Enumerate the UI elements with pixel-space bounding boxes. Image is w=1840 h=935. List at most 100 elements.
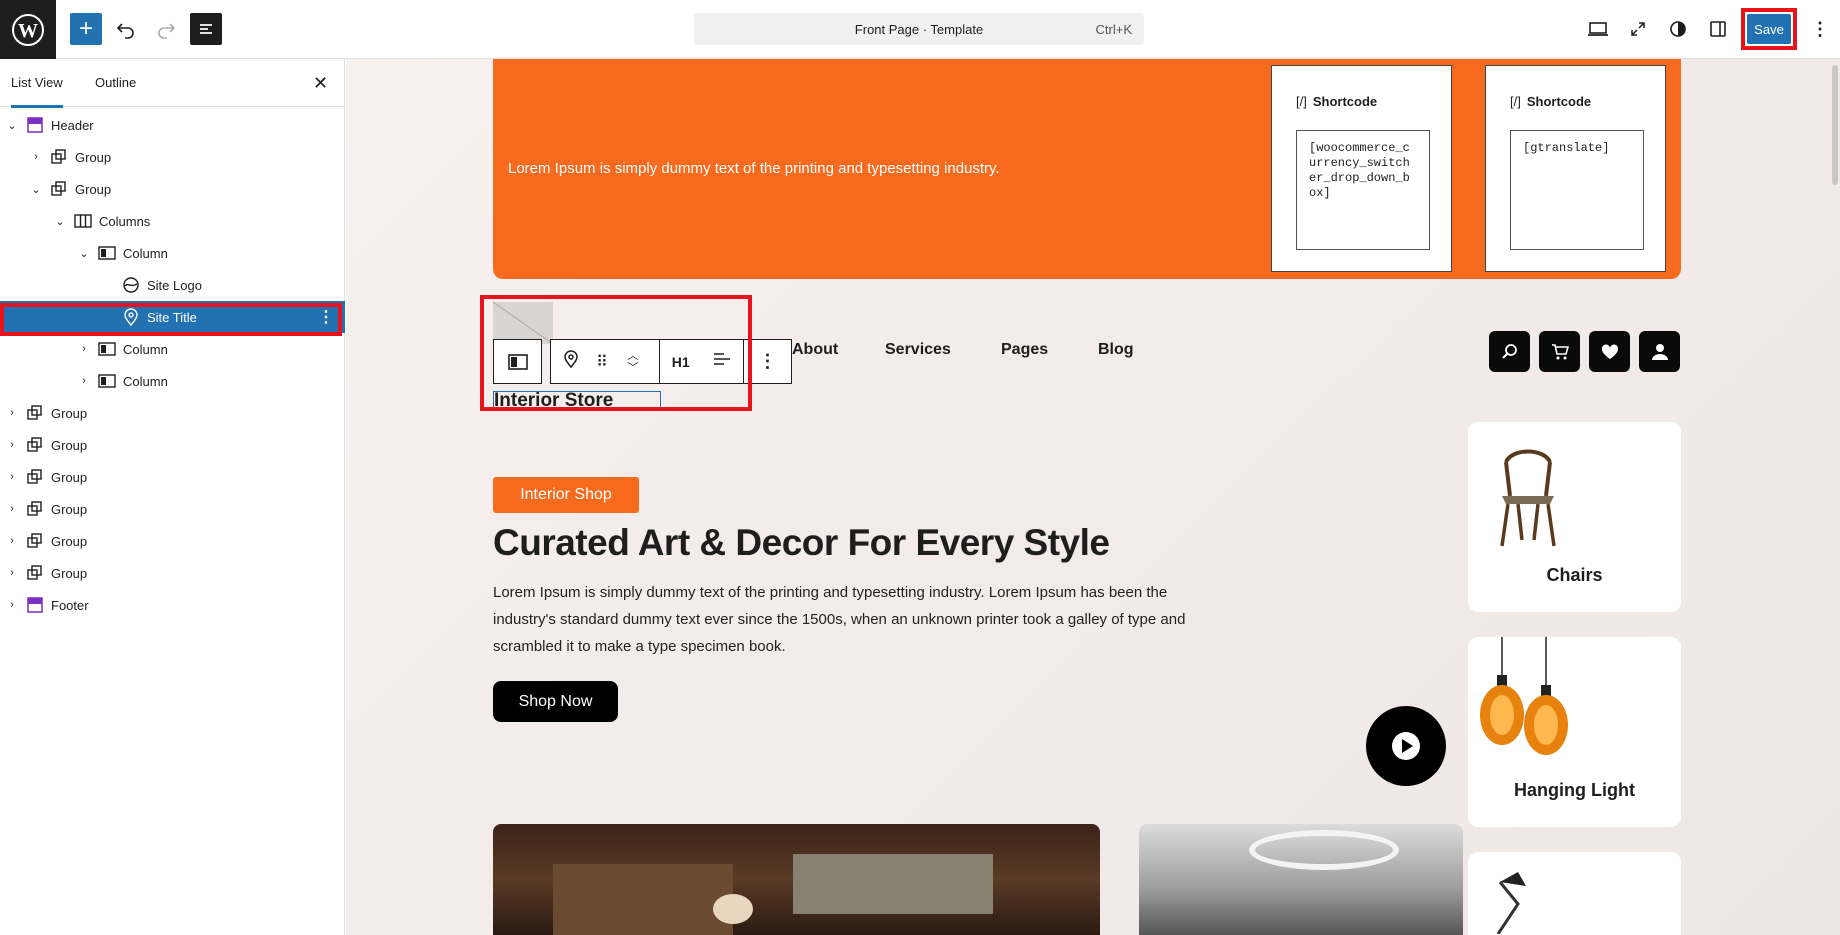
chevron-right-icon[interactable]: ›: [4, 439, 20, 451]
shop-now-button[interactable]: Shop Now: [493, 681, 618, 722]
options-menu-button[interactable]: ⋮: [1804, 13, 1836, 45]
hero-body: Lorem Ipsum is simply dummy text of the …: [493, 584, 1186, 655]
tree-item-site-title[interactable]: Site Title ⋮: [0, 301, 345, 333]
hero-badge[interactable]: Interior Shop: [493, 477, 639, 513]
more-vertical-icon: ⋮: [1811, 18, 1829, 39]
columns-icon: [74, 214, 92, 228]
close-icon[interactable]: ✕: [313, 73, 328, 94]
nav-link-services[interactable]: Services: [885, 341, 951, 359]
tree-item-label: Site Title: [147, 309, 197, 325]
more-vertical-icon: ⋮: [758, 351, 777, 371]
move-up-down-icon[interactable]: ︿ ﹀: [611, 350, 655, 374]
tree-item-label: Group: [75, 149, 112, 165]
nav-link-blog[interactable]: Blog: [1098, 341, 1134, 359]
shortcode-input[interactable]: [gtranslate]: [1510, 130, 1644, 250]
preview-device-button[interactable]: [1582, 13, 1614, 45]
logo-placeholder-icon: [492, 301, 554, 345]
undo-button[interactable]: [110, 13, 142, 45]
more-vertical-icon[interactable]: ⋮: [318, 307, 334, 327]
tree-item-group[interactable]: › Group: [0, 141, 345, 173]
shortcode-block[interactable]: [/] Shortcode [woocommerce_currency_switc…: [1271, 65, 1452, 272]
chevron-down-icon[interactable]: ⌄: [52, 215, 68, 228]
nav-link-about[interactable]: About: [792, 341, 838, 359]
save-button[interactable]: Save: [1747, 14, 1791, 44]
fullscreen-button[interactable]: [1622, 13, 1654, 45]
chevron-right-icon[interactable]: ›: [4, 535, 20, 547]
command-shortcut: Ctrl+K: [1095, 21, 1132, 37]
drag-handle-icon[interactable]: ⠿: [591, 352, 611, 372]
site-title-heading[interactable]: Interior Store: [493, 391, 661, 411]
tree-item-group[interactable]: › Group: [0, 461, 345, 493]
tree-item-group[interactable]: › Group: [0, 525, 345, 557]
chevron-right-icon[interactable]: ›: [4, 407, 20, 419]
cart-button[interactable]: [1539, 331, 1580, 372]
tree-item-group[interactable]: ⌄ Group: [0, 173, 345, 205]
tree-item-column[interactable]: ⌄ Column: [0, 237, 345, 269]
chevron-down-icon[interactable]: ⌄: [28, 183, 44, 196]
map-marker-icon[interactable]: [551, 350, 591, 373]
tree-item-site-logo[interactable]: Site Logo: [0, 269, 345, 301]
cart-icon: [1551, 343, 1569, 359]
shortcode-heading: [/] Shortcode: [1510, 94, 1592, 109]
play-video-button[interactable]: [1366, 706, 1446, 786]
wordpress-logo-icon[interactable]: W: [0, 0, 56, 59]
nav-link-pages[interactable]: Pages: [1001, 341, 1048, 359]
tree-item-label: Group: [75, 181, 112, 197]
category-card-chairs[interactable]: Chairs: [1468, 422, 1681, 612]
document-overview-button[interactable]: [190, 13, 222, 45]
tree-item-header[interactable]: ⌄ Header: [0, 109, 345, 141]
tree-item-group[interactable]: › Group: [0, 493, 345, 525]
svg-text:W: W: [18, 20, 38, 42]
wishlist-button[interactable]: [1589, 331, 1630, 372]
tab-outline[interactable]: Outline: [95, 59, 136, 107]
chevron-right-icon[interactable]: ›: [76, 343, 92, 355]
undo-icon: [116, 23, 134, 39]
chevron-right-icon[interactable]: ›: [4, 599, 20, 611]
account-button[interactable]: [1639, 331, 1680, 372]
group-icon: [27, 405, 42, 420]
category-card-hanging-light[interactable]: Hanging Light: [1468, 637, 1681, 827]
chevron-down-icon[interactable]: ⌄: [4, 119, 20, 132]
shortcode-input[interactable]: [woocommerce_currency_switcher_drop_down…: [1296, 130, 1430, 250]
styles-button[interactable]: [1662, 13, 1694, 45]
group-icon: [27, 469, 42, 484]
category-card-lamp[interactable]: [1468, 852, 1681, 935]
tree-item-footer[interactable]: › Footer: [0, 589, 345, 621]
command-palette-bar[interactable]: Front Page · Template Ctrl+K: [694, 13, 1144, 45]
tree-item-column[interactable]: › Column: [0, 333, 345, 365]
chevron-right-icon[interactable]: ›: [4, 471, 20, 483]
site-logo-placeholder[interactable]: [492, 301, 554, 345]
shortcode-icon: [/]: [1296, 94, 1307, 109]
block-type-group: ⠿ ︿ ﹀: [550, 339, 660, 384]
block-options-button[interactable]: ⋮: [744, 339, 792, 384]
add-block-button[interactable]: +: [70, 13, 102, 45]
category-label: Hanging Light: [1514, 780, 1635, 800]
plus-icon: +: [78, 15, 93, 42]
chevron-right-icon[interactable]: ›: [4, 503, 20, 515]
heading-level-button[interactable]: H1: [660, 354, 702, 370]
chair-image: [1500, 449, 1556, 547]
parent-block-button[interactable]: [493, 339, 542, 384]
settings-sidebar-button[interactable]: [1702, 13, 1734, 45]
desktop-icon: [1588, 22, 1608, 36]
chevron-right-icon[interactable]: ›: [28, 151, 44, 163]
align-left-icon[interactable]: [702, 352, 744, 371]
tree-item-label: Group: [51, 501, 88, 517]
redo-button[interactable]: [150, 13, 182, 45]
tree-item-label: Column: [123, 373, 168, 389]
tree-item-columns[interactable]: ⌄ Columns: [0, 205, 345, 237]
tree-item-group[interactable]: › Group: [0, 397, 345, 429]
search-button[interactable]: [1489, 331, 1530, 372]
canvas-scrollbar[interactable]: [1830, 59, 1840, 935]
chevron-down-icon[interactable]: ⌄: [76, 247, 92, 260]
tab-list-view[interactable]: List View: [11, 59, 63, 108]
chevron-right-icon[interactable]: ›: [4, 567, 20, 579]
tree-item-group[interactable]: › Group: [0, 429, 345, 461]
group-icon: [27, 501, 42, 516]
chevron-right-icon[interactable]: ›: [76, 375, 92, 387]
map-marker-icon: [124, 308, 138, 326]
shortcode-block[interactable]: [/] Shortcode [gtranslate]: [1485, 65, 1666, 272]
tree-item-group[interactable]: › Group: [0, 557, 345, 589]
desk-lamp-image: [1496, 872, 1526, 934]
tree-item-column[interactable]: › Column: [0, 365, 345, 397]
